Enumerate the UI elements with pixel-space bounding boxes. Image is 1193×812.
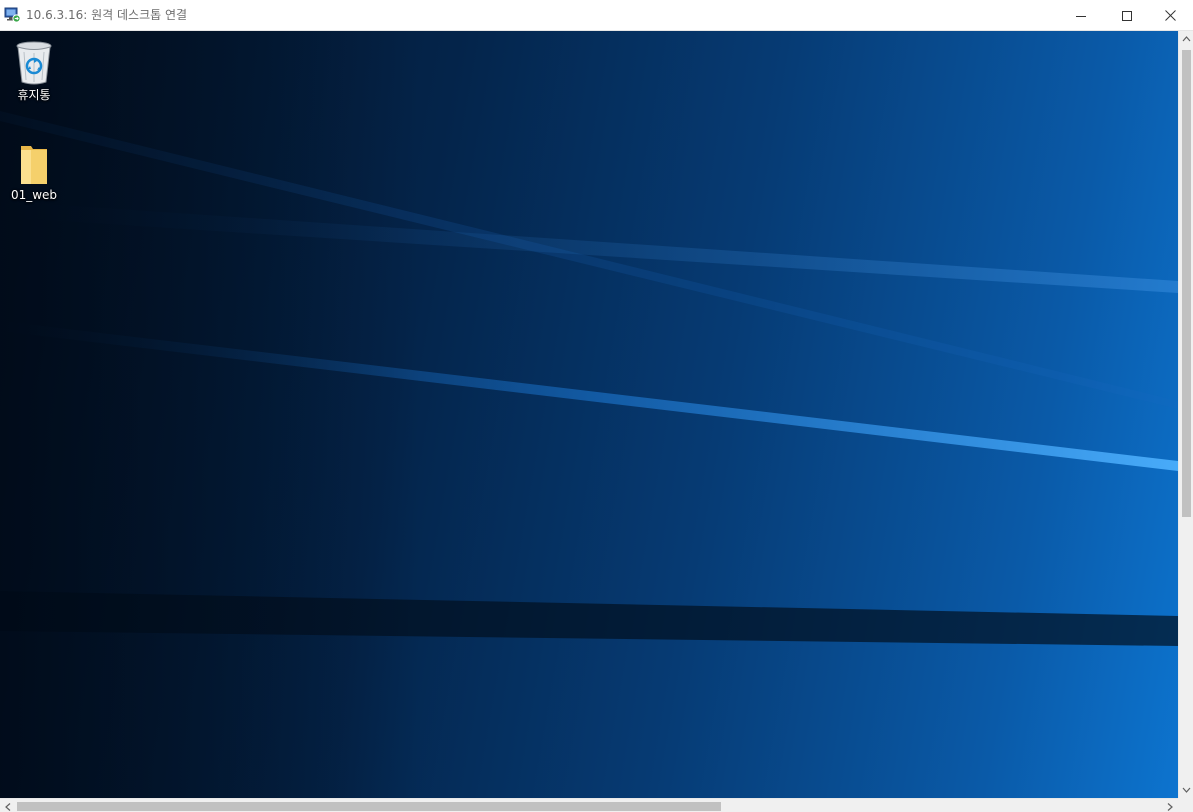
window-titlebar[interactable]: 10.6.3.16: 원격 데스크톱 연결 bbox=[0, 0, 1193, 31]
vertical-scroll-thumb[interactable] bbox=[1182, 50, 1191, 517]
recycle-bin-icon bbox=[16, 41, 52, 85]
maximize-button[interactable] bbox=[1104, 0, 1150, 31]
folder-icon bbox=[21, 146, 47, 184]
chevron-right-icon bbox=[1167, 803, 1173, 811]
window-title: 10.6.3.16: 원격 데스크톱 연결 bbox=[26, 8, 188, 22]
folder-shortcut[interactable]: 01_web bbox=[0, 144, 68, 203]
close-icon bbox=[1164, 10, 1176, 21]
chevron-up-icon bbox=[1182, 36, 1191, 42]
remote-desktop-icon[interactable] bbox=[4, 7, 21, 23]
close-button[interactable] bbox=[1147, 0, 1193, 31]
scroll-up-button[interactable] bbox=[1179, 31, 1193, 48]
recycle-bin-label: 휴지통 bbox=[17, 88, 51, 102]
scroll-right-button[interactable] bbox=[1161, 799, 1178, 812]
scroll-down-button[interactable] bbox=[1179, 781, 1193, 798]
chevron-left-icon bbox=[5, 803, 11, 811]
minimize-icon bbox=[1076, 15, 1086, 17]
minimize-button[interactable] bbox=[1058, 0, 1104, 31]
recycle-bin-shortcut[interactable]: 휴지통 bbox=[0, 40, 68, 103]
horizontal-scroll-thumb[interactable] bbox=[17, 802, 721, 811]
horizontal-scrollbar[interactable] bbox=[0, 798, 1178, 812]
maximize-icon bbox=[1122, 10, 1132, 21]
chevron-down-icon bbox=[1182, 787, 1191, 793]
wallpaper bbox=[0, 31, 1178, 798]
vertical-scrollbar[interactable] bbox=[1178, 31, 1193, 798]
folder-label: 01_web bbox=[10, 188, 58, 202]
remote-desktop-area[interactable]: 휴지통 01_web bbox=[0, 31, 1178, 798]
scrollbar-corner bbox=[1178, 798, 1193, 812]
scroll-left-button[interactable] bbox=[0, 799, 17, 812]
